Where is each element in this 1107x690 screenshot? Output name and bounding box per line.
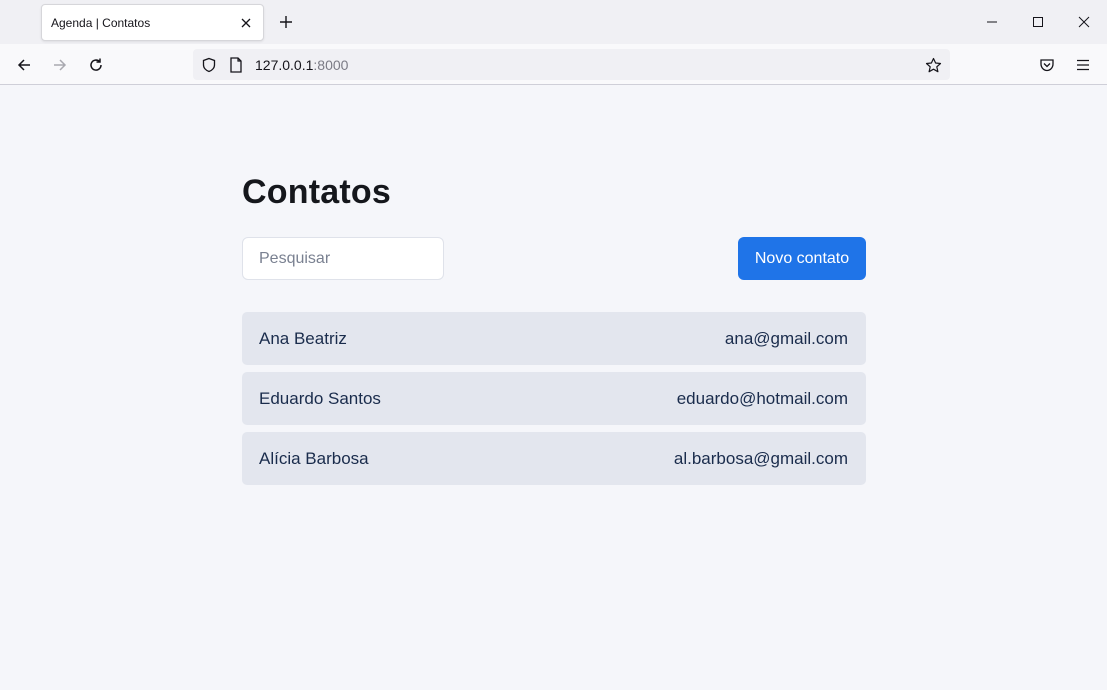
- close-window-icon[interactable]: [1074, 12, 1094, 32]
- contact-list: Ana Beatriz ana@gmail.com Eduardo Santos…: [242, 312, 866, 492]
- reload-icon[interactable]: [85, 54, 107, 76]
- new-contact-button[interactable]: Novo contato: [738, 237, 866, 280]
- contact-name: Eduardo Santos: [259, 388, 381, 408]
- minimize-icon[interactable]: [982, 12, 1002, 32]
- new-tab-icon[interactable]: [276, 12, 296, 32]
- back-arrow-icon[interactable]: [13, 54, 35, 76]
- star-bookmark-icon[interactable]: [924, 56, 942, 74]
- pocket-icon[interactable]: [1036, 54, 1058, 76]
- page-content: Contatos Novo contato Ana Beatriz ana@gm…: [0, 85, 1107, 690]
- contact-email: al.barbosa@gmail.com: [673, 448, 848, 468]
- shield-icon[interactable]: [200, 56, 218, 74]
- url-text: 127.0.0.1:8000: [255, 57, 348, 73]
- navigation-bar: 127.0.0.1:8000: [0, 44, 1107, 85]
- url-host: 127.0.0.1: [255, 57, 314, 73]
- menu-icon[interactable]: [1072, 54, 1094, 76]
- contact-email: eduardo@hotmail.com: [676, 388, 848, 408]
- search-input[interactable]: [242, 237, 444, 280]
- contact-name: Alícia Barbosa: [259, 448, 369, 468]
- tab-title: Agenda | Contatos: [51, 16, 151, 30]
- page-title: Contatos: [242, 173, 391, 211]
- contact-email: ana@gmail.com: [724, 328, 848, 348]
- address-bar[interactable]: 127.0.0.1:8000: [193, 49, 950, 80]
- contact-row[interactable]: Alícia Barbosa al.barbosa@gmail.com: [242, 432, 866, 485]
- contact-row[interactable]: Eduardo Santos eduardo@hotmail.com: [242, 372, 866, 425]
- maximize-icon[interactable]: [1028, 12, 1048, 32]
- contact-row[interactable]: Ana Beatriz ana@gmail.com: [242, 312, 866, 365]
- close-tab-icon[interactable]: [238, 15, 254, 31]
- page-icon: [227, 56, 245, 74]
- forward-arrow-icon[interactable]: [49, 54, 71, 76]
- contact-name: Ana Beatriz: [259, 328, 347, 348]
- tab-bar: Agenda | Contatos: [0, 0, 1107, 44]
- url-port: :8000: [313, 57, 349, 73]
- browser-tab[interactable]: Agenda | Contatos: [41, 4, 264, 41]
